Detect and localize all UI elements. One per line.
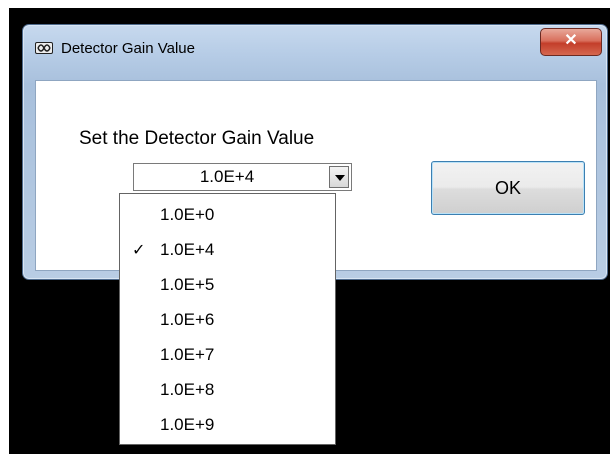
gain-combobox[interactable]: 1.0E+4 <box>133 163 352 191</box>
combobox-dropdown-button[interactable] <box>329 166 349 188</box>
title-bar[interactable]: Detector Gain Value ✕ <box>23 25 607 75</box>
chevron-down-icon <box>335 175 345 181</box>
option-label: 1.0E+7 <box>160 345 215 364</box>
dropdown-option[interactable]: 1.0E+0 <box>120 198 335 232</box>
dropdown-option[interactable]: 1.0E+8 <box>120 373 335 407</box>
option-label: 1.0E+4 <box>160 240 215 259</box>
option-label: 1.0E+8 <box>160 380 215 399</box>
dropdown-option-selected[interactable]: ✓ 1.0E+4 <box>120 233 335 267</box>
dropdown-option[interactable]: 1.0E+7 <box>120 338 335 372</box>
option-label: 1.0E+9 <box>160 415 215 434</box>
background-strip-top <box>0 0 610 8</box>
close-icon: ✕ <box>564 32 578 49</box>
option-label: 1.0E+6 <box>160 310 215 329</box>
app-icon <box>35 42 53 54</box>
gain-dropdown-list: 1.0E+0 ✓ 1.0E+4 1.0E+5 1.0E+6 1.0E+7 1.0… <box>119 193 336 445</box>
close-button[interactable]: ✕ <box>540 28 602 56</box>
window-title: Detector Gain Value <box>61 40 195 57</box>
dropdown-option[interactable]: 1.0E+9 <box>120 408 335 442</box>
prompt-label: Set the Detector Gain Value <box>79 128 315 149</box>
background-strip-left <box>0 0 9 454</box>
option-label: 1.0E+0 <box>160 205 215 224</box>
ok-button[interactable]: OK <box>431 161 585 215</box>
combobox-value: 1.0E+4 <box>199 167 255 186</box>
checkmark-icon: ✓ <box>132 242 146 259</box>
dropdown-option[interactable]: 1.0E+6 <box>120 303 335 337</box>
dropdown-option[interactable]: 1.0E+5 <box>120 268 335 302</box>
option-label: 1.0E+5 <box>160 275 215 294</box>
